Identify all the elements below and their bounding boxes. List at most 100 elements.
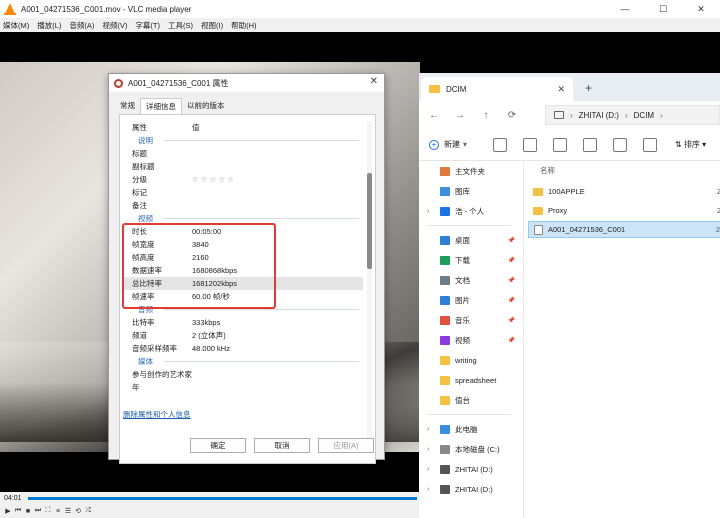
chevron-right-icon[interactable]: › [427,208,429,215]
next-icon[interactable]: ⏭ [33,507,43,515]
remove-properties-link[interactable]: 删除属性和个人信息 [123,409,191,420]
forward-icon[interactable]: → [449,110,471,121]
breadcrumb-drive[interactable]: ZHITAI (D:) [579,111,619,120]
delete-icon[interactable] [643,137,658,152]
property-row[interactable]: 分级 ☆ ☆ ☆ ☆ ☆ [124,173,363,186]
property-value: 3840 [192,240,209,249]
scrollbar[interactable] [367,121,372,441]
property-row[interactable]: 参与创作的艺术家 [124,368,363,381]
chevron-right-icon[interactable]: › [427,446,429,453]
sidebar-item[interactable]: spreadsheet [419,370,519,390]
sidebar-item[interactable]: 图库 [419,181,519,201]
close-icon[interactable]: ✕ [557,84,565,95]
playlist-icon[interactable]: ☰ [63,507,73,515]
property-row[interactable]: 数据速率 1680868kbps [124,264,363,277]
sidebar-item[interactable]: › 浩 - 个人 [419,201,519,221]
property-row[interactable]: 帧高度 2160 [124,251,363,264]
cut-icon[interactable] [493,137,508,152]
chevron-right-icon[interactable]: › [427,426,429,433]
prev-icon[interactable]: ⏮ [13,507,23,515]
seek-progress[interactable] [28,496,417,500]
file-row[interactable]: 100APPLE 2 [528,183,720,200]
minimize-icon[interactable]: — [606,0,644,18]
menu-item[interactable]: 视图(I) [201,20,223,31]
breadcrumb-dcim[interactable]: DCIM [634,111,654,120]
copy-icon[interactable] [523,137,538,152]
new-tab-icon[interactable]: + [585,81,592,95]
up-icon[interactable]: ↑ [475,110,497,121]
menu-item[interactable]: 播放(L) [37,20,61,31]
property-row[interactable]: 比特率 333kbps [124,316,363,329]
ok-button[interactable]: 确定 [190,438,246,453]
property-row[interactable]: 时长 00:05:00 [124,225,363,238]
sidebar-item[interactable]: 值台 [419,390,519,410]
address-bar[interactable]: › ZHITAI (D:) › DCIM › [545,105,720,125]
sidebar-item[interactable]: 文档 📌 [419,270,519,290]
close-icon[interactable]: ✕ [682,0,720,18]
new-button[interactable]: + 新建 ▾ [429,139,467,150]
sidebar-item-label: 音乐 [455,315,470,325]
property-row[interactable]: 标题 [124,147,363,160]
sidebar-item[interactable]: 下载 📌 [419,250,519,270]
explorer-tab-bar: DCIM ✕ + [419,73,720,101]
property-row[interactable]: 频道 2 (立体声) [124,329,363,342]
menu-item[interactable]: 音频(A) [69,20,94,31]
refresh-icon[interactable]: ⟳ [501,110,523,121]
cancel-button[interactable]: 取消 [254,438,310,453]
menu-item[interactable]: 媒体(M) [3,20,29,31]
stop-icon[interactable]: ■ [23,508,33,515]
sidebar-item[interactable]: writing [419,350,519,370]
tab-general[interactable]: 常规 [115,98,140,114]
property-section: 说明 [124,134,363,147]
maximize-icon[interactable]: ☐ [644,0,682,18]
tab-previous-versions[interactable]: 以前的版本 [182,98,230,114]
property-name: 总比特率 [132,279,162,288]
sidebar-item[interactable]: 主文件夹 [419,161,519,181]
file-explorer: DCIM ✕ + ← → ↑ ⟳ › ZHITAI (D:) › DCIM › … [419,73,720,518]
pin-icon: 📌 [507,337,515,344]
property-row[interactable]: 帧宽度 3840 [124,238,363,251]
sort-button[interactable]: ⇅ 排序 ▾ [675,139,706,150]
paste-icon[interactable] [553,137,568,152]
close-icon[interactable]: ✕ [370,76,378,87]
explorer-tab[interactable]: DCIM ✕ [421,77,573,101]
menu-item[interactable]: 字幕(T) [135,20,160,31]
tab-details[interactable]: 详细信息 [140,98,182,114]
property-row[interactable]: 年 [124,381,363,394]
menu-item[interactable]: 工具(S) [168,20,193,31]
scrollbar-thumb[interactable] [367,173,372,269]
column-header-name[interactable]: 名称 [540,165,555,176]
property-row[interactable]: 标记 [124,186,363,199]
fullscreen-icon[interactable]: ⛶ [43,507,53,515]
sidebar-item[interactable]: › 此电脑 [419,419,519,439]
chevron-right-icon[interactable]: › [427,466,429,473]
menu-item[interactable]: 视频(V) [102,20,127,31]
sidebar-item[interactable]: 桌面 📌 [419,230,519,250]
loop-icon[interactable]: ⟲ [73,507,83,515]
sidebar-item[interactable]: › 本地磁盘 (C:) [419,439,519,459]
property-row[interactable]: 备注 [124,199,363,212]
play-icon[interactable]: ▶ [3,507,13,515]
sidebar-item[interactable]: 图片 📌 [419,290,519,310]
rename-icon[interactable] [583,137,598,152]
property-row[interactable]: 帧速率 60.00 帧/秒 [124,290,363,303]
file-name: A001_04271536_C001 [548,225,626,234]
share-icon[interactable] [613,137,628,152]
sidebar-item-label: writing [455,355,477,365]
file-row[interactable]: Proxy 2 [528,202,720,219]
sidebar-item[interactable]: 视频 📌 [419,330,519,350]
file-row[interactable]: A001_04271536_C001 2 [528,221,720,238]
shuffle-icon[interactable]: ⤮ [83,507,93,515]
sidebar-item[interactable]: › ZHITAI (D:) [419,479,519,499]
back-icon[interactable]: ← [423,110,445,121]
drive-icon [440,484,450,494]
sidebar-item[interactable]: › ZHITAI (D:) [419,459,519,479]
property-row[interactable]: 总比特率 1681202kbps [124,277,363,290]
sidebar-item[interactable]: 音乐 📌 [419,310,519,330]
apply-button[interactable]: 应用(A) [318,438,374,453]
menu-item[interactable]: 帮助(H) [231,20,256,31]
chevron-right-icon[interactable]: › [427,486,429,493]
property-row[interactable]: 音频采样频率 48.000 kHz [124,342,363,355]
extended-icon[interactable]: ≡ [53,508,63,515]
property-row[interactable]: 副标题 [124,160,363,173]
